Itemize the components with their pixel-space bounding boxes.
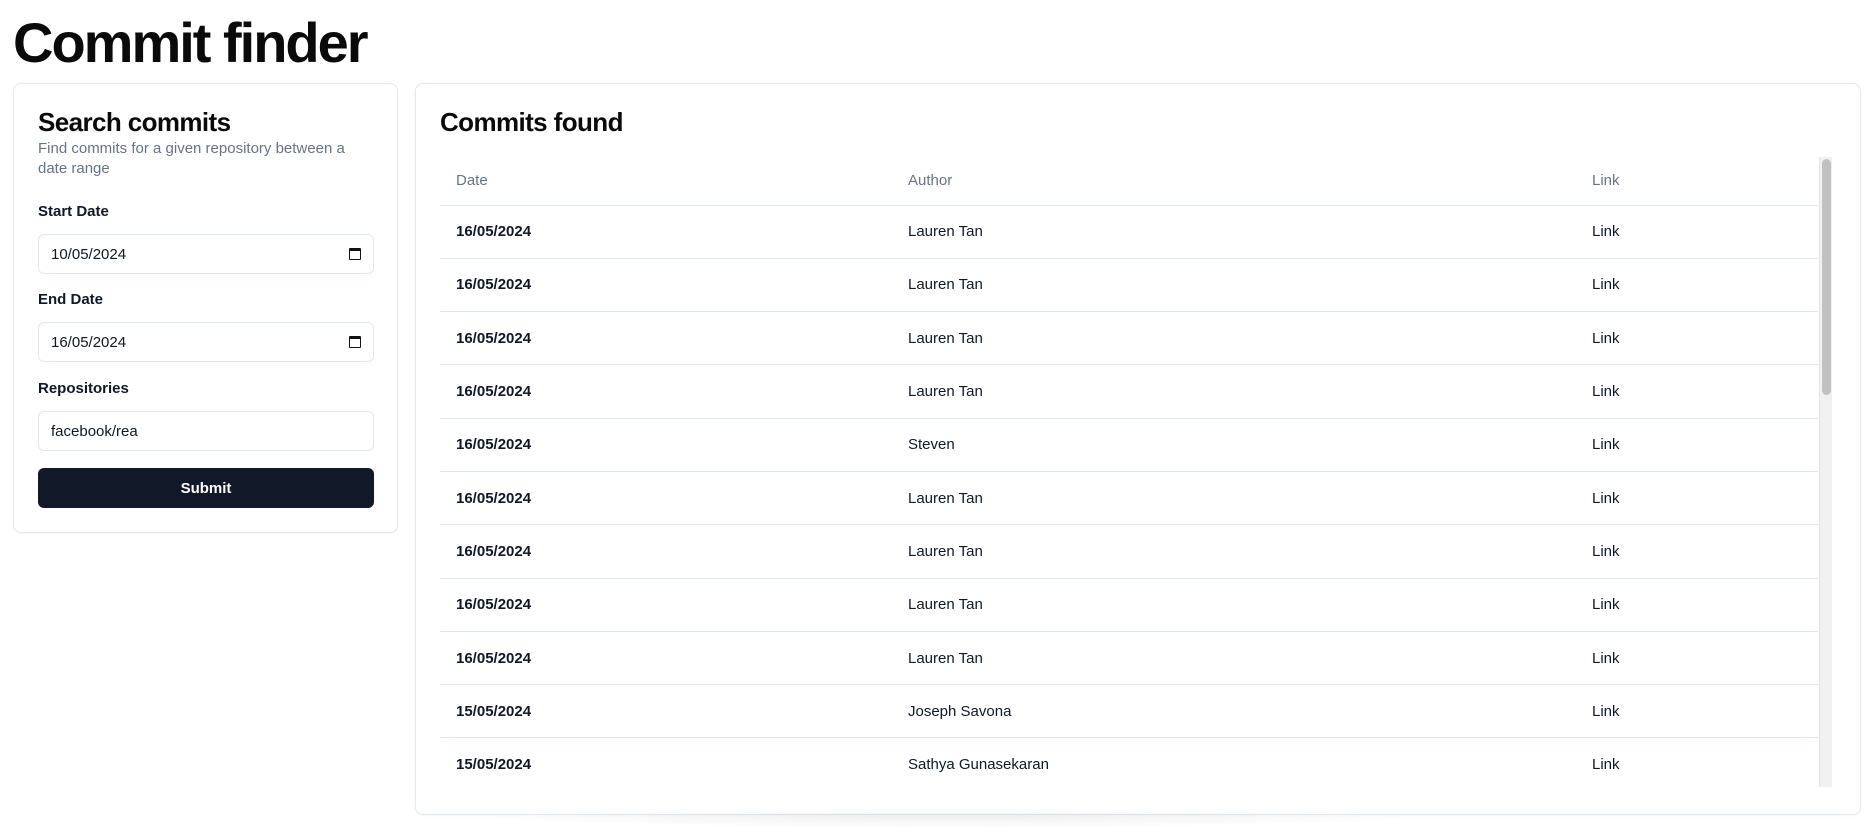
table-header-row: Date Author Link: [440, 157, 1818, 206]
commit-author: Joseph Savona: [892, 684, 1576, 739]
table-row: 15/05/2024 Sathya Gunasekaran Link: [440, 737, 1818, 787]
commit-author: Lauren Tan: [892, 631, 1576, 686]
commit-link-cell: Link: [1576, 258, 1818, 313]
commit-link[interactable]: Link: [1592, 650, 1620, 667]
commits-table-container[interactable]: Date Author Link 16/05/2024 Lauren Tan Lin…: [440, 157, 1818, 787]
results-card-title: Commits found: [440, 107, 623, 137]
commit-link[interactable]: Link: [1592, 276, 1620, 293]
column-header-author: Author: [892, 157, 1576, 206]
calendar-icon[interactable]: [349, 248, 361, 260]
table-scrollbar[interactable]: [1819, 157, 1832, 787]
start-date-label: Start Date: [38, 203, 109, 220]
search-commits-card: Search commits Find commits for a given …: [13, 83, 398, 533]
commit-link[interactable]: Link: [1592, 543, 1620, 560]
commit-link[interactable]: Link: [1592, 330, 1620, 347]
commit-link-cell: Link: [1576, 578, 1818, 632]
commit-link-cell: Link: [1576, 364, 1818, 419]
commit-date: 16/05/2024: [440, 311, 892, 366]
commit-author: Lauren Tan: [892, 205, 1576, 259]
commit-link[interactable]: Link: [1592, 383, 1620, 400]
page: Commit finder Search commits Find commit…: [0, 0, 1874, 828]
commit-date: 15/05/2024: [440, 737, 892, 787]
commit-date: 16/05/2024: [440, 524, 892, 579]
commit-link[interactable]: Link: [1592, 436, 1620, 453]
scrollbar-thumb[interactable]: [1822, 159, 1831, 395]
commit-link-cell: Link: [1576, 418, 1818, 472]
calendar-icon[interactable]: [349, 336, 361, 348]
commit-author: Lauren Tan: [892, 364, 1576, 419]
commit-date: 15/05/2024: [440, 684, 892, 739]
page-title: Commit finder: [13, 11, 369, 74]
submit-button[interactable]: Submit: [38, 468, 374, 508]
commit-date: 16/05/2024: [440, 364, 892, 419]
search-card-title: Search commits: [38, 107, 231, 137]
commits-found-card: Commits found Date Author Link 16/05/202…: [415, 83, 1861, 815]
commit-date: 16/05/2024: [440, 471, 892, 526]
commit-link[interactable]: Link: [1592, 703, 1620, 720]
commit-link[interactable]: Link: [1592, 596, 1620, 613]
commit-link-cell: Link: [1576, 631, 1818, 686]
commit-date: 16/05/2024: [440, 258, 892, 313]
commit-link-cell: Link: [1576, 205, 1818, 259]
search-card-description: Find commits for a given repository betw…: [38, 140, 345, 177]
commit-author: Lauren Tan: [892, 311, 1576, 366]
end-date-label: End Date: [38, 291, 104, 308]
commit-author: Lauren Tan: [892, 578, 1576, 632]
commit-link-cell: Link: [1576, 737, 1818, 787]
table-row: 16/05/2024 Lauren Tan Link: [440, 524, 1818, 579]
commit-author: Sathya Gunasekaran: [892, 737, 1576, 787]
commits-table: Date Author Link 16/05/2024 Lauren Tan Lin…: [440, 157, 1818, 787]
commit-link-cell: Link: [1576, 471, 1818, 526]
table-row: 16/05/2024 Lauren Tan Link: [440, 631, 1818, 686]
commit-link[interactable]: Link: [1592, 223, 1620, 240]
commit-link-cell: Link: [1576, 311, 1818, 366]
table-row: 16/05/2024 Lauren Tan Link: [440, 205, 1818, 259]
table-row: 16/05/2024 Steven Link: [440, 418, 1818, 472]
commit-date: 16/05/2024: [440, 205, 892, 259]
commit-author: Lauren Tan: [892, 258, 1576, 313]
column-header-date: Date: [440, 157, 892, 206]
commit-link-cell: Link: [1576, 684, 1818, 739]
repositories-label: Repositories: [38, 380, 129, 397]
commit-date: 16/05/2024: [440, 578, 892, 632]
table-row: 16/05/2024 Lauren Tan Link: [440, 578, 1818, 632]
start-date-value: 10/05/2024: [51, 245, 127, 263]
table-row: 16/05/2024 Lauren Tan Link: [440, 471, 1818, 526]
column-header-link: Link: [1576, 157, 1818, 206]
end-date-value: 16/05/2024: [51, 333, 127, 351]
bottom-shadow: [480, 808, 1420, 828]
commit-link[interactable]: Link: [1592, 490, 1620, 507]
commit-link[interactable]: Link: [1592, 756, 1620, 773]
start-date-input[interactable]: 10/05/2024: [38, 234, 374, 274]
commit-author: Steven: [892, 418, 1576, 472]
commit-date: 16/05/2024: [440, 631, 892, 686]
table-row: 16/05/2024 Lauren Tan Link: [440, 311, 1818, 366]
table-row: 15/05/2024 Joseph Savona Link: [440, 684, 1818, 739]
table-row: 16/05/2024 Lauren Tan Link: [440, 364, 1818, 419]
table-row: 16/05/2024 Lauren Tan Link: [440, 258, 1818, 313]
commit-date: 16/05/2024: [440, 418, 892, 472]
repositories-input[interactable]: facebook/rea: [38, 411, 374, 451]
commit-author: Lauren Tan: [892, 524, 1576, 579]
commit-link-cell: Link: [1576, 524, 1818, 579]
repositories-value: facebook/rea: [51, 422, 138, 440]
commit-author: Lauren Tan: [892, 471, 1576, 526]
end-date-input[interactable]: 16/05/2024: [38, 322, 374, 362]
